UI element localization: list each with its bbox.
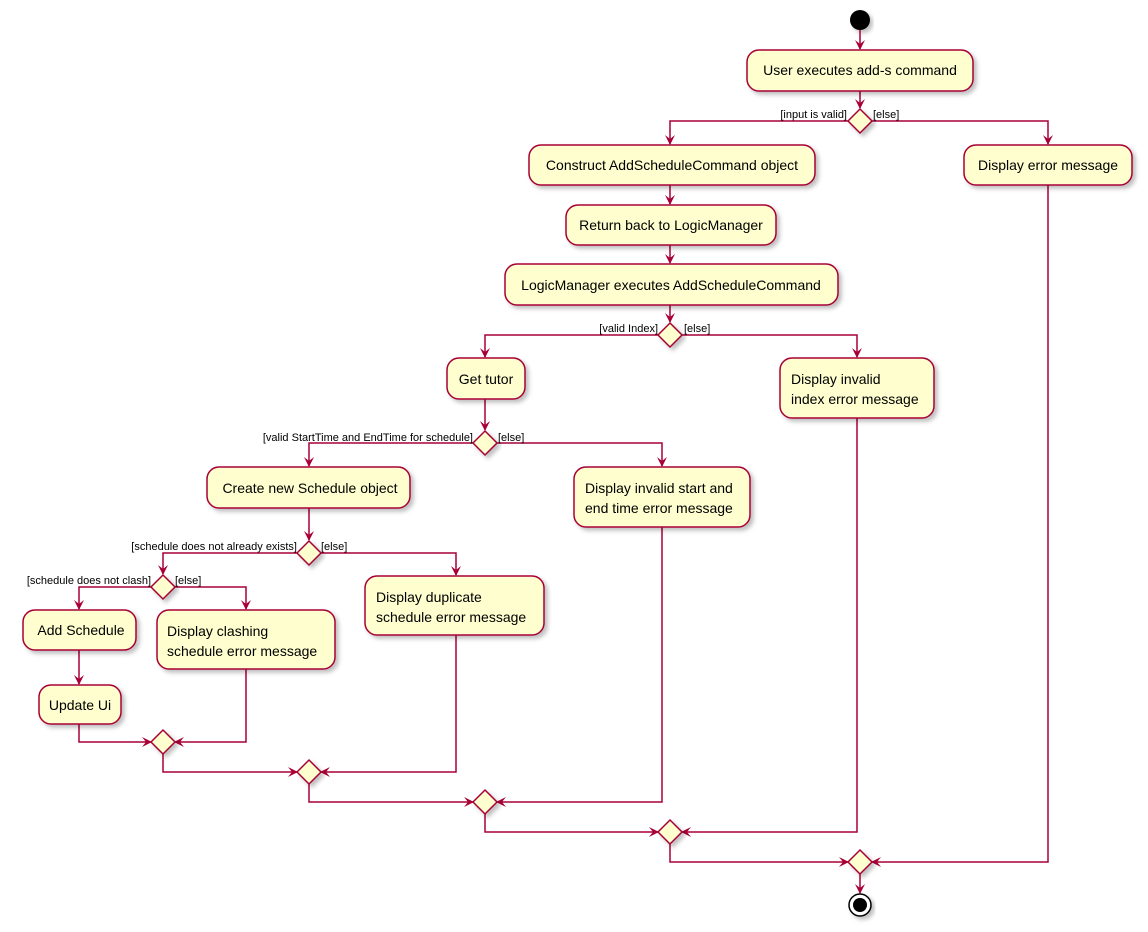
action-update-ui: Update Ui: [38, 684, 122, 725]
edge: [321, 552, 461, 576]
edge: [682, 334, 862, 358]
end-node: [848, 893, 872, 917]
guard-label: [else]: [175, 575, 201, 587]
guard-label: [schedule does not clash]: [27, 575, 151, 587]
action-label: Display error message: [978, 157, 1118, 173]
action-label: index error message: [791, 391, 919, 407]
decision-valid-index: [656, 321, 684, 349]
action-label: LogicManager executes AddScheduleCommand: [521, 277, 821, 293]
guard-label: [valid Index]: [599, 323, 658, 335]
guard-label: [else]: [684, 323, 710, 335]
edge: [480, 334, 658, 358]
edge: [158, 552, 297, 575]
action-label: Display invalid start and: [585, 480, 733, 496]
guard-label: [input is valid]: [780, 109, 847, 121]
action-invalid-index: Display invalid index error message: [779, 357, 935, 419]
edge: [320, 635, 457, 777]
guard-label: [else]: [321, 541, 347, 553]
action-label: Display clashing: [167, 623, 268, 639]
action-logicmanager-executes: LogicManager executes AddScheduleCommand: [504, 263, 839, 306]
action-label: schedule error message: [167, 643, 317, 659]
edge: [665, 120, 848, 145]
action-label: Update Ui: [49, 697, 111, 713]
action-construct: Construct AddScheduleCommand object: [528, 144, 816, 186]
action-label: Create new Schedule object: [222, 480, 397, 496]
action-get-tutor: Get tutor: [446, 357, 526, 400]
action-display-error: Display error message: [963, 144, 1133, 186]
action-return-back: Return back to LogicManager: [565, 204, 777, 246]
action-label: Add Schedule: [37, 622, 124, 638]
guard-label: [else]: [498, 432, 524, 444]
action-add-schedule: Add Schedule: [22, 609, 137, 651]
decision-valid-time: [471, 429, 499, 457]
action-label: User executes add-s command: [763, 62, 957, 78]
action-create-schedule: Create new Schedule object: [206, 466, 411, 509]
guard-label: [valid StartTime and EndTime for schedul…: [263, 432, 473, 444]
action-label: Get tutor: [459, 371, 514, 387]
action-clashing: Display clashing schedule error message: [156, 609, 336, 670]
action-label: schedule error message: [376, 609, 526, 625]
edge: [175, 586, 251, 610]
action-user-executes: User executes add-s command: [746, 49, 974, 92]
action-label: Return back to LogicManager: [579, 217, 763, 233]
edge: [497, 442, 667, 467]
action-label: Construct AddScheduleCommand object: [546, 157, 798, 173]
merge-node: [471, 788, 499, 816]
edge: [871, 185, 1049, 867]
edge: [304, 442, 473, 467]
edge: [78, 724, 152, 747]
guard-label: [else]: [873, 109, 899, 121]
action-label: Display duplicate: [376, 589, 482, 605]
merge-node: [656, 818, 684, 846]
edge: [162, 754, 298, 777]
edge: [484, 814, 659, 837]
decision-not-clash: [149, 573, 177, 601]
decision-not-exists: [295, 539, 323, 567]
merge-node: [149, 728, 177, 756]
edge: [308, 784, 474, 807]
activity-diagram: User executes add-s command Construct Ad…: [22, 10, 1133, 917]
action-invalid-time: Display invalid start and end time error…: [573, 466, 751, 528]
action-label: Display invalid: [791, 371, 880, 387]
start-node: [850, 10, 870, 30]
guard-label: [schedule does not already exists]: [131, 541, 297, 553]
merge-node: [846, 848, 874, 876]
action-label: end time error message: [585, 500, 733, 516]
decision-input-valid: [846, 107, 874, 135]
edge: [872, 120, 1053, 145]
edge: [74, 586, 151, 610]
edge: [496, 527, 663, 807]
merge-node: [295, 758, 323, 786]
edge: [669, 844, 849, 867]
edge: [174, 669, 247, 747]
action-duplicate: Display duplicate schedule error message: [364, 575, 545, 636]
